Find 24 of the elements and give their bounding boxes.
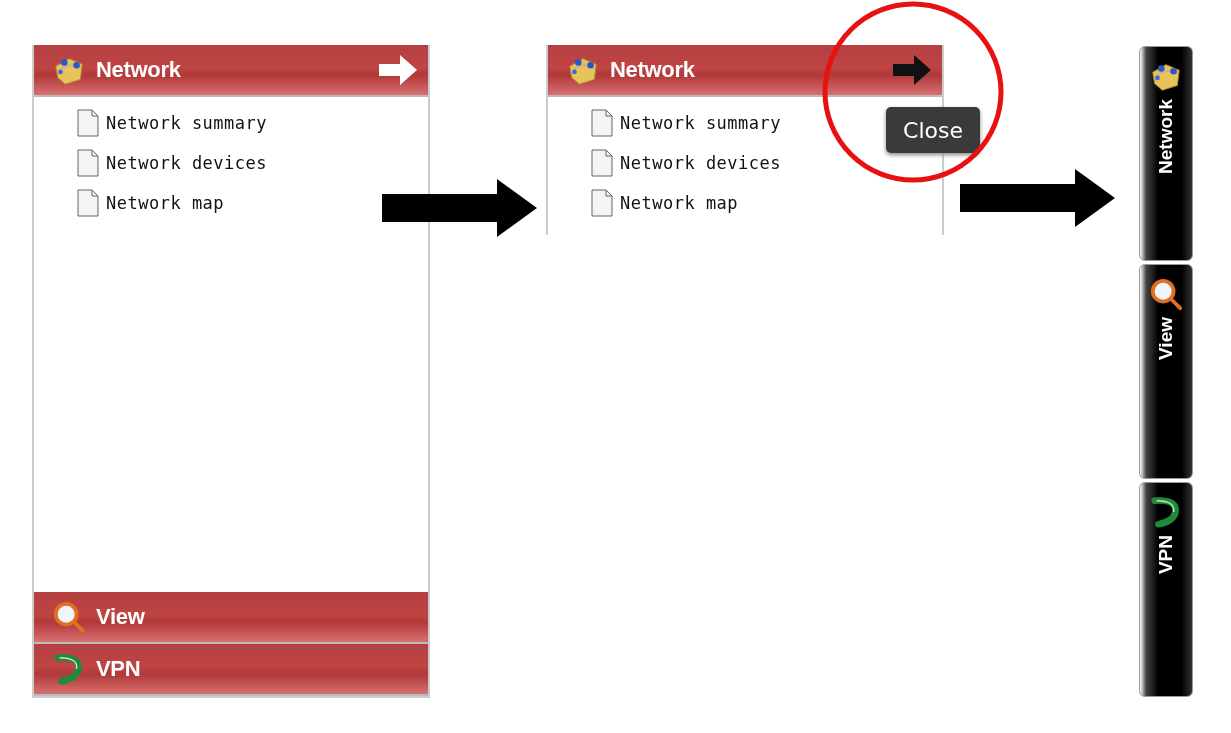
section-header[interactable]: VPN (34, 644, 428, 696)
menu-item[interactable]: Network devices (106, 153, 268, 173)
document-icon (76, 109, 100, 137)
menu-item[interactable]: Network summary (620, 113, 782, 133)
menu-item[interactable]: Network devices (620, 153, 782, 173)
document-icon (590, 109, 614, 137)
menu-item[interactable]: Network map (620, 193, 739, 213)
sidebar-tab[interactable]: View (1139, 264, 1193, 479)
sidebar-tab[interactable]: Network (1139, 46, 1193, 261)
document-icon (590, 149, 614, 177)
magnifier-icon (1149, 277, 1183, 311)
document-icon (590, 189, 614, 217)
section-header[interactable]: Network (548, 45, 942, 97)
document-icon (76, 189, 100, 217)
menu-item[interactable]: Network map (106, 193, 225, 213)
section-header[interactable]: Network (34, 45, 428, 97)
document-icon (76, 149, 100, 177)
section-header[interactable]: View (34, 592, 428, 644)
menu-item[interactable]: Network summary (106, 113, 268, 133)
magnifier-icon (52, 600, 86, 634)
right-arrow-icon[interactable] (378, 54, 418, 86)
sidebar-tab[interactable]: VPN (1139, 482, 1193, 697)
tooltip: Close (886, 107, 980, 153)
right-arrow-icon[interactable] (892, 54, 932, 86)
